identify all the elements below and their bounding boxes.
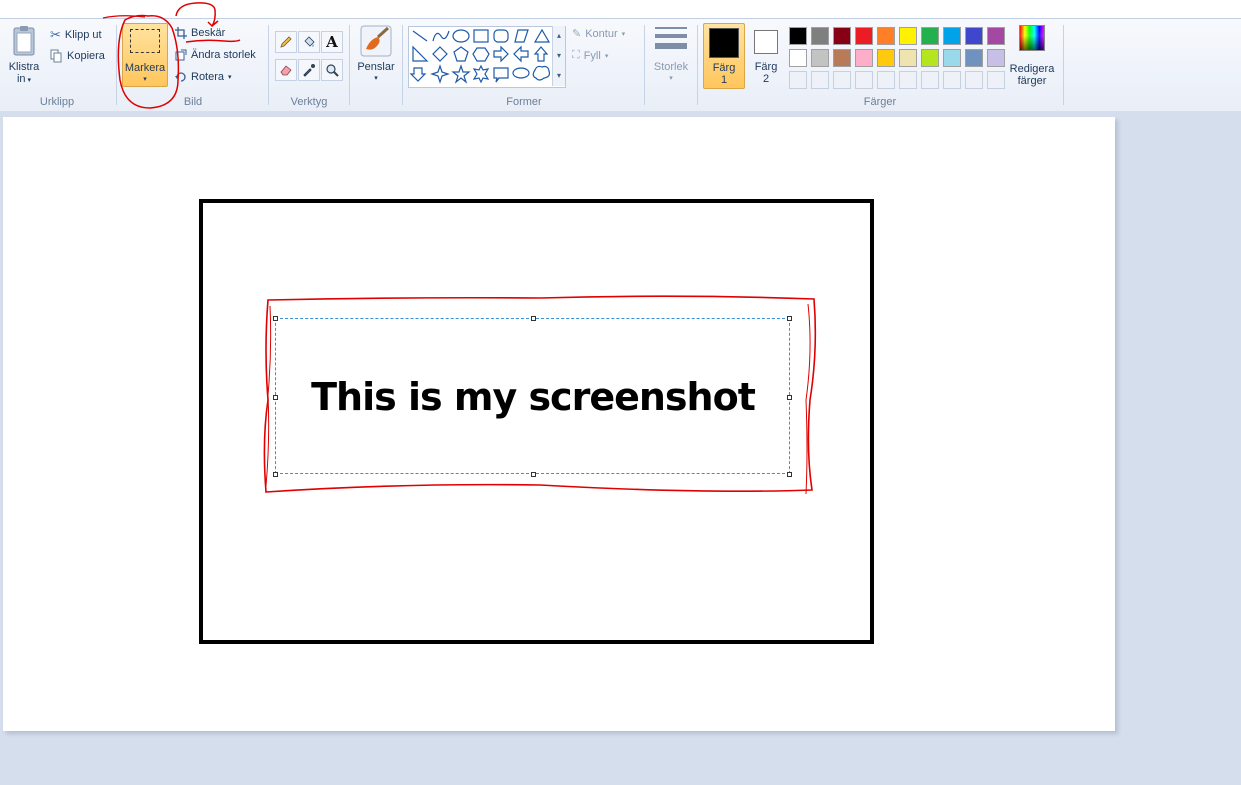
canvas-text: This is my screenshot	[311, 375, 756, 419]
